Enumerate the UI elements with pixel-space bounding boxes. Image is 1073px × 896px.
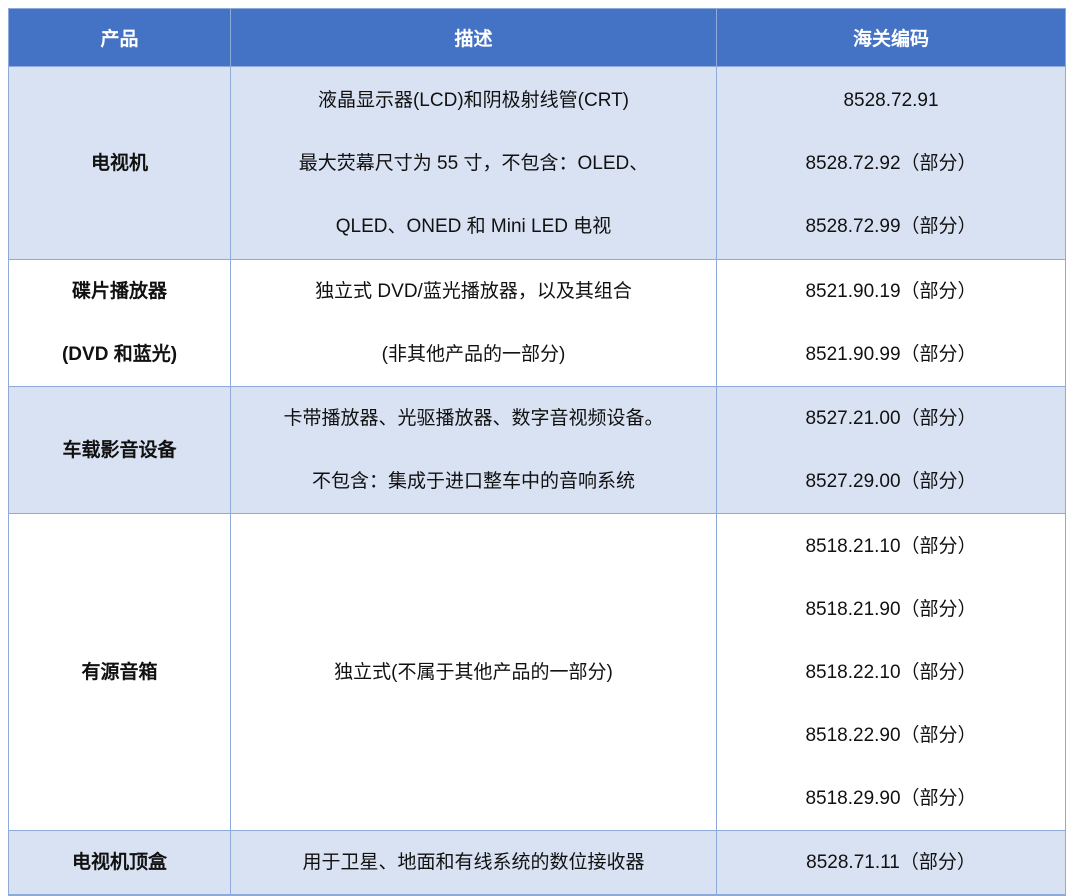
customs-codes-cell: 8528.71.11（部分） (717, 831, 1066, 896)
product-cell: 车载影音设备 (9, 387, 231, 514)
table-row-car-audio: 车载影音设备 卡带播放器、光驱播放器、数字音视频设备。不包含：集成于进口整车中的… (9, 387, 1066, 514)
text-line: 8528.72.91 (717, 69, 1065, 132)
description-cell: 独立式(不属于其他产品的一部分) (231, 514, 717, 831)
text-line: 8528.71.11（部分） (717, 831, 1065, 894)
text-line: 有源音箱 (9, 641, 230, 704)
text-line: 8527.21.00（部分） (717, 387, 1065, 450)
text-line: 8518.21.10（部分） (717, 515, 1065, 578)
customs-codes-cell: 8527.21.00（部分）8527.29.00（部分） (717, 387, 1066, 514)
header-description: 描述 (231, 9, 717, 67)
product-cell: 碟片播放器(DVD 和蓝光) (9, 260, 231, 387)
text-line: 8521.90.19（部分） (717, 260, 1065, 323)
text-line: 电视机 (9, 132, 230, 195)
customs-code-table-page: 产品 描述 海关编码 电视机 液晶显示器(LCD)和阴极射线管(CRT)最大荧幕… (8, 8, 1065, 896)
table-row-settop-box: 电视机顶盒 用于卫星、地面和有线系统的数位接收器 8528.71.11（部分） (9, 831, 1066, 896)
table-header-row: 产品 描述 海关编码 (9, 9, 1066, 67)
text-line: 卡带播放器、光驱播放器、数字音视频设备。 (231, 387, 716, 450)
customs-codes-cell: 8528.72.918528.72.92（部分）8528.72.99（部分） (717, 67, 1066, 260)
product-cell: 电视机顶盒 (9, 831, 231, 896)
text-line: 最大荧幕尺寸为 55 寸，不包含：OLED、 (231, 132, 716, 195)
description-cell: 独立式 DVD/蓝光播放器，以及其组合(非其他产品的一部分) (231, 260, 717, 387)
text-line: 电视机顶盒 (9, 831, 230, 894)
header-product: 产品 (9, 9, 231, 67)
text-line: 用于卫星、地面和有线系统的数位接收器 (231, 831, 716, 894)
text-line: 8527.29.00（部分） (717, 450, 1065, 513)
customs-code-table: 产品 描述 海关编码 电视机 液晶显示器(LCD)和阴极射线管(CRT)最大荧幕… (8, 8, 1066, 896)
table-row-tv: 电视机 液晶显示器(LCD)和阴极射线管(CRT)最大荧幕尺寸为 55 寸，不包… (9, 67, 1066, 260)
text-line: 独立式(不属于其他产品的一部分) (231, 641, 716, 704)
text-line: 独立式 DVD/蓝光播放器，以及其组合 (231, 260, 716, 323)
text-line: 8521.90.99（部分） (717, 323, 1065, 386)
text-line: QLED、ONED 和 Mini LED 电视 (231, 195, 716, 258)
table-row-disc-player: 碟片播放器(DVD 和蓝光) 独立式 DVD/蓝光播放器，以及其组合(非其他产品… (9, 260, 1066, 387)
product-cell: 有源音箱 (9, 514, 231, 831)
text-line: 液晶显示器(LCD)和阴极射线管(CRT) (231, 69, 716, 132)
text-line: 8518.21.90（部分） (717, 578, 1065, 641)
text-line: 8528.72.99（部分） (717, 195, 1065, 258)
description-cell: 液晶显示器(LCD)和阴极射线管(CRT)最大荧幕尺寸为 55 寸，不包含：OL… (231, 67, 717, 260)
text-line: (DVD 和蓝光) (9, 323, 230, 386)
text-line: 8528.72.92（部分） (717, 132, 1065, 195)
product-cell: 电视机 (9, 67, 231, 260)
customs-codes-cell: 8518.21.10（部分）8518.21.90（部分）8518.22.10（部… (717, 514, 1066, 831)
text-line: 碟片播放器 (9, 260, 230, 323)
text-line: 8518.22.90（部分） (717, 704, 1065, 767)
customs-codes-cell: 8521.90.19（部分）8521.90.99（部分） (717, 260, 1066, 387)
text-line: 8518.22.10（部分） (717, 641, 1065, 704)
header-customs-code: 海关编码 (717, 9, 1066, 67)
description-cell: 用于卫星、地面和有线系统的数位接收器 (231, 831, 717, 896)
text-line: 车载影音设备 (9, 419, 230, 482)
table-row-powered-speaker: 有源音箱 独立式(不属于其他产品的一部分) 8518.21.10（部分）8518… (9, 514, 1066, 831)
text-line: 不包含：集成于进口整车中的音响系统 (231, 450, 716, 513)
text-line: (非其他产品的一部分) (231, 323, 716, 386)
description-cell: 卡带播放器、光驱播放器、数字音视频设备。不包含：集成于进口整车中的音响系统 (231, 387, 717, 514)
text-line: 8518.29.90（部分） (717, 767, 1065, 830)
